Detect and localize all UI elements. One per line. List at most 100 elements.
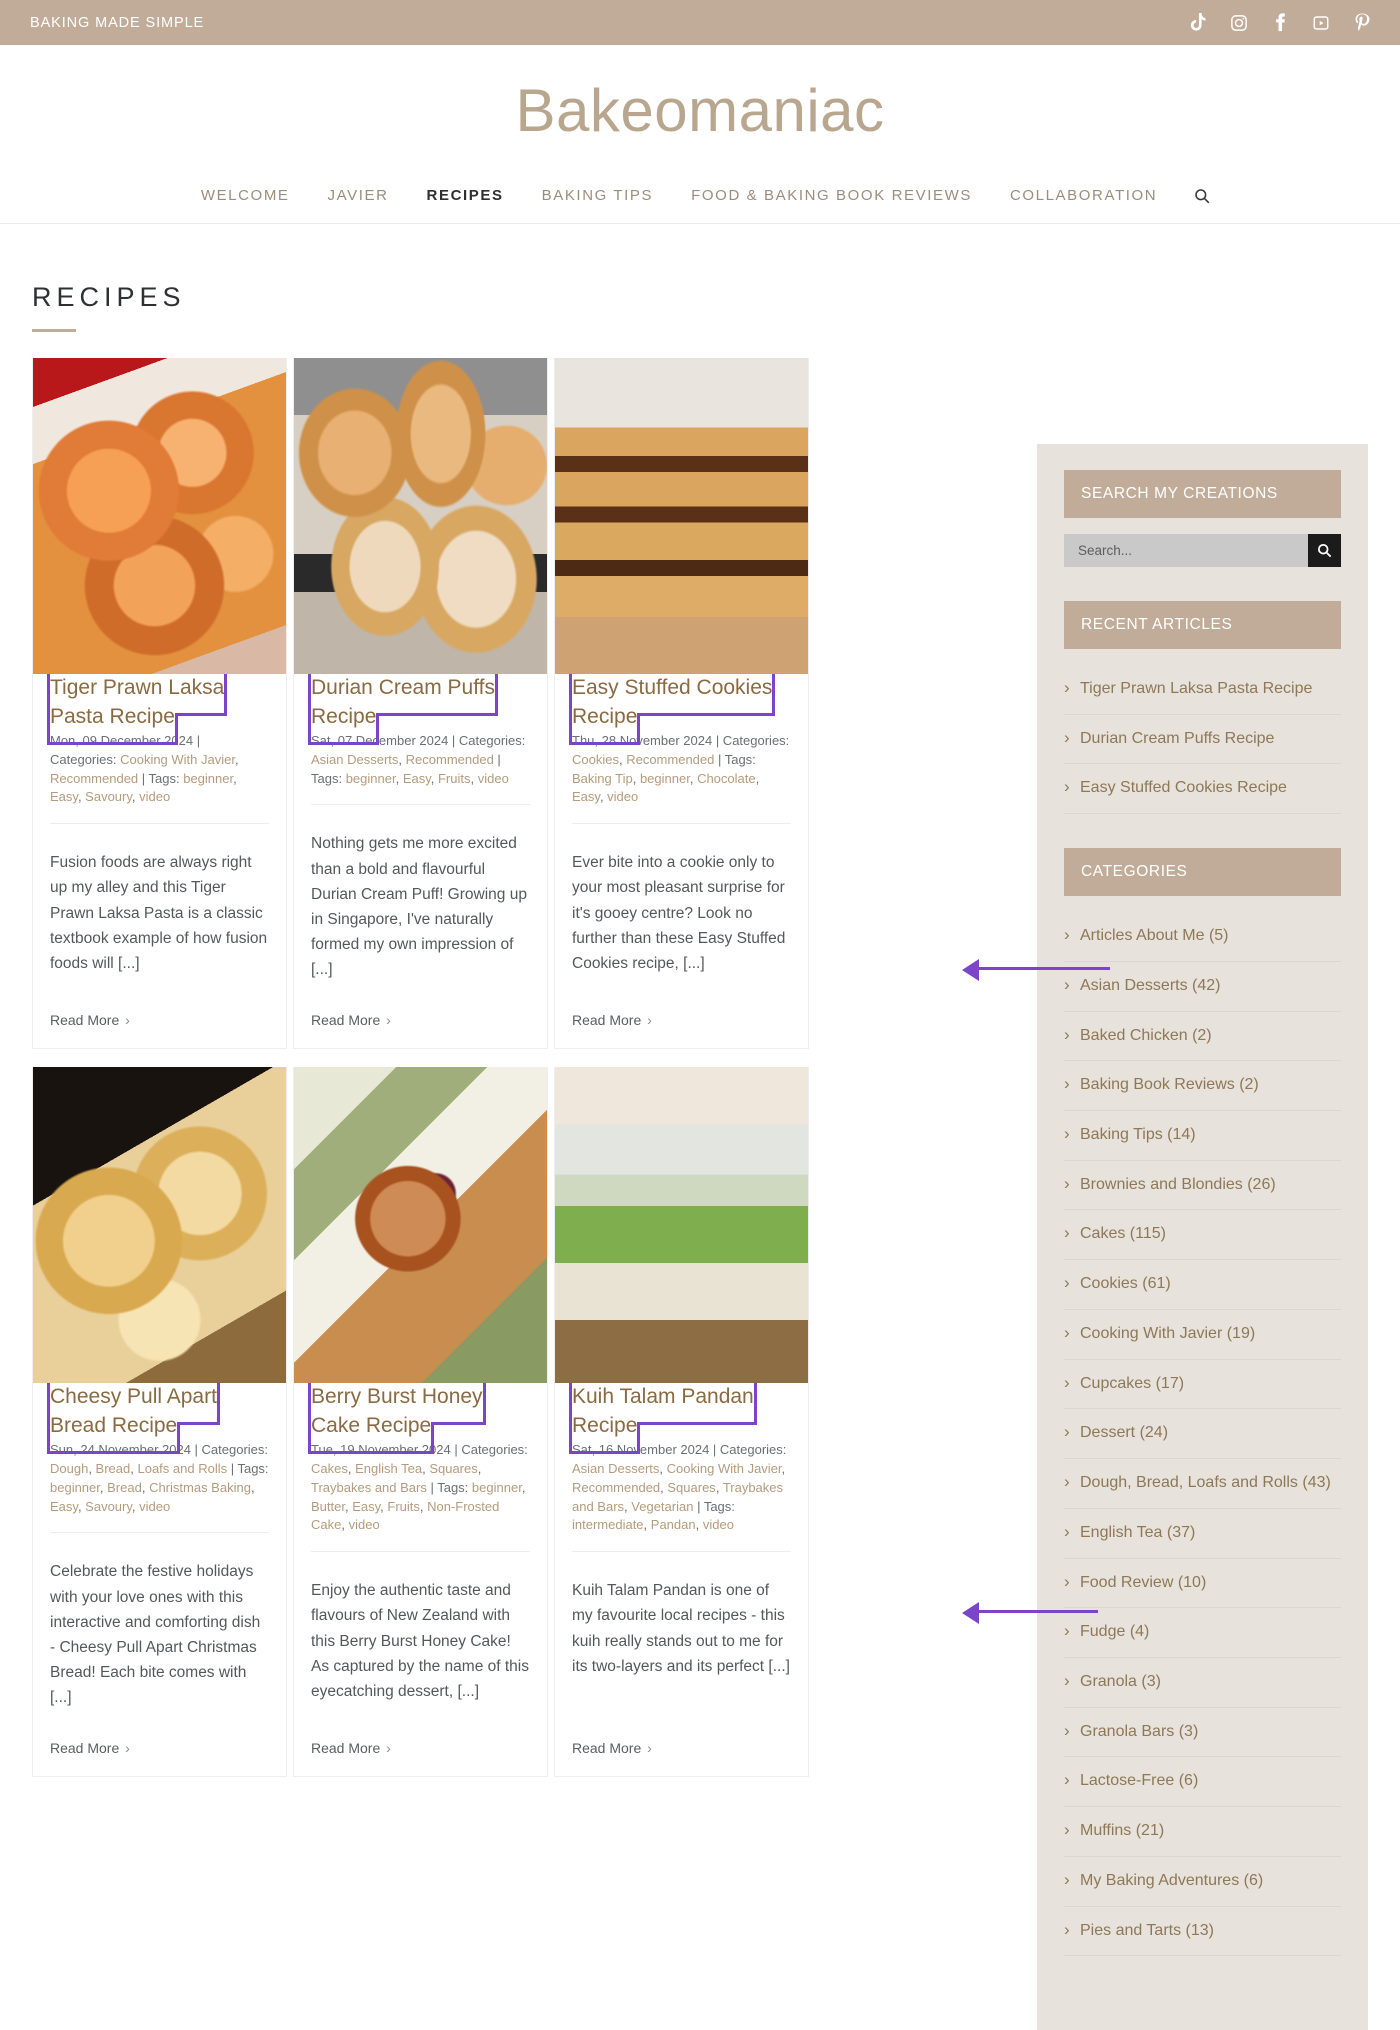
- category-link[interactable]: Asian Desserts: [572, 1461, 659, 1476]
- search-icon[interactable]: [1176, 188, 1218, 204]
- category-link[interactable]: Dough: [50, 1461, 88, 1476]
- tag-link[interactable]: Chocolate: [697, 771, 756, 786]
- nav-item-welcome[interactable]: WELCOME: [182, 187, 309, 204]
- category-link[interactable]: Cookies (61): [1064, 1260, 1341, 1309]
- tag-link[interactable]: Savoury: [85, 789, 132, 804]
- tag-link[interactable]: video: [703, 1517, 734, 1532]
- category-link[interactable]: Pies and Tarts (13): [1064, 1907, 1341, 1956]
- category-link[interactable]: Lactose-Free (6): [1064, 1757, 1341, 1806]
- tag-link[interactable]: beginner: [640, 771, 690, 786]
- category-link[interactable]: Vegetarian: [631, 1499, 693, 1514]
- category-link[interactable]: My Baking Adventures (6): [1064, 1857, 1341, 1906]
- category-link[interactable]: Fudge (4): [1064, 1608, 1341, 1657]
- recipe-thumbnail[interactable]: [294, 358, 547, 674]
- tag-link[interactable]: Butter: [311, 1499, 345, 1514]
- tag-link[interactable]: video: [478, 771, 509, 786]
- tag-link[interactable]: Fruits: [387, 1499, 420, 1514]
- category-link[interactable]: Brownies and Blondies (26): [1064, 1161, 1341, 1210]
- category-link[interactable]: Loafs and Rolls: [137, 1461, 227, 1476]
- nav-item-collaboration[interactable]: COLLABORATION: [991, 187, 1176, 204]
- recipe-card[interactable]: Cheesy Pull Apart Bread Recipe Sun, 24 No…: [32, 1067, 287, 1778]
- category-link[interactable]: English Tea (37): [1064, 1509, 1341, 1558]
- recipe-thumbnail[interactable]: [33, 358, 286, 674]
- category-link[interactable]: Muffins (21): [1064, 1807, 1341, 1856]
- category-link[interactable]: Squares: [667, 1480, 715, 1495]
- tag-link[interactable]: beginner: [183, 771, 233, 786]
- tag-link[interactable]: video: [349, 1517, 380, 1532]
- category-link[interactable]: Baking Tips (14): [1064, 1111, 1341, 1160]
- instagram-icon[interactable]: [1229, 13, 1249, 33]
- category-link[interactable]: Dessert (24): [1064, 1409, 1341, 1458]
- recipe-card[interactable]: Berry Burst Honey Cake Recipe Tue, 19 Nov…: [293, 1067, 548, 1778]
- nav-item-javier[interactable]: JAVIER: [309, 187, 408, 204]
- category-link[interactable]: Recommended: [626, 752, 714, 767]
- tag-link[interactable]: Easy: [352, 1499, 380, 1514]
- category-link[interactable]: Cupcakes (17): [1064, 1360, 1341, 1409]
- tag-link[interactable]: Easy: [50, 789, 78, 804]
- tag-link[interactable]: Christmas Baking: [149, 1480, 251, 1495]
- read-more-link[interactable]: Read More ›: [555, 982, 808, 1048]
- read-more-link[interactable]: Read More ›: [33, 982, 286, 1048]
- category-link[interactable]: Dough, Bread, Loafs and Rolls (43): [1064, 1459, 1341, 1508]
- tag-link[interactable]: intermediate: [572, 1517, 644, 1532]
- youtube-icon[interactable]: [1311, 13, 1331, 33]
- search-input[interactable]: [1064, 534, 1308, 567]
- tag-link[interactable]: Easy: [50, 1499, 78, 1514]
- read-more-link[interactable]: Read More ›: [555, 1710, 808, 1776]
- tag-link[interactable]: Easy: [403, 771, 431, 786]
- recipe-card[interactable]: Durian Cream Puffs Recipe Sat, 07 Decembe…: [293, 358, 548, 1050]
- recipe-thumbnail[interactable]: [33, 1067, 286, 1384]
- category-link[interactable]: Cakes (115): [1064, 1210, 1341, 1259]
- category-link[interactable]: Asian Desserts (42): [1064, 962, 1341, 1011]
- tag-link[interactable]: video: [139, 1499, 170, 1514]
- read-more-link[interactable]: Read More ›: [294, 1710, 547, 1776]
- tag-link[interactable]: Fruits: [438, 771, 471, 786]
- search-submit-button[interactable]: [1308, 534, 1341, 567]
- category-link[interactable]: Bread: [96, 1461, 131, 1476]
- recent-article-link[interactable]: Easy Stuffed Cookies Recipe: [1064, 764, 1341, 813]
- category-link[interactable]: Granola (3): [1064, 1658, 1341, 1707]
- category-link[interactable]: Cookies: [572, 752, 619, 767]
- tag-link[interactable]: Savoury: [85, 1499, 132, 1514]
- nav-item-food-baking-book-reviews[interactable]: FOOD & BAKING BOOK REVIEWS: [672, 187, 991, 204]
- category-link[interactable]: Traybakes and Bars: [311, 1480, 427, 1495]
- tag-link[interactable]: beginner: [50, 1480, 100, 1495]
- tiktok-icon[interactable]: [1188, 13, 1208, 33]
- category-link[interactable]: Recommended: [572, 1480, 660, 1495]
- category-link[interactable]: Cooking With Javier: [667, 1461, 782, 1476]
- read-more-link[interactable]: Read More ›: [33, 1710, 286, 1776]
- pinterest-icon[interactable]: [1352, 13, 1372, 33]
- tag-link[interactable]: video: [607, 789, 638, 804]
- recipe-thumbnail[interactable]: [555, 1067, 808, 1384]
- site-logo-title[interactable]: Bakeomaniac: [0, 79, 1400, 142]
- recipe-thumbnail[interactable]: [294, 1067, 547, 1384]
- recent-article-link[interactable]: Durian Cream Puffs Recipe: [1064, 715, 1341, 764]
- nav-item-recipes[interactable]: RECIPES: [408, 187, 523, 204]
- category-link[interactable]: Cooking With Javier (19): [1064, 1310, 1341, 1359]
- category-link[interactable]: Recommended: [406, 752, 494, 767]
- category-link[interactable]: English Tea: [355, 1461, 422, 1476]
- tag-link[interactable]: Easy: [572, 789, 600, 804]
- tag-link[interactable]: Pandan: [651, 1517, 696, 1532]
- category-link[interactable]: Cooking With Javier: [120, 752, 235, 767]
- category-link[interactable]: Asian Desserts: [311, 752, 398, 767]
- category-link[interactable]: Baking Book Reviews (2): [1064, 1061, 1341, 1110]
- recipe-thumbnail[interactable]: [555, 358, 808, 674]
- nav-item-baking-tips[interactable]: BAKING TIPS: [523, 187, 673, 204]
- tag-link[interactable]: Bread: [107, 1480, 142, 1495]
- category-link[interactable]: Cakes: [311, 1461, 348, 1476]
- tag-link[interactable]: beginner: [472, 1480, 522, 1495]
- category-link[interactable]: Squares: [429, 1461, 477, 1476]
- category-link[interactable]: Food Review (10): [1064, 1559, 1341, 1608]
- recipe-card[interactable]: Kuih Talam Pandan Recipe Sat, 16 November…: [554, 1067, 809, 1778]
- read-more-link[interactable]: Read More ›: [294, 982, 547, 1048]
- category-link[interactable]: Recommended: [50, 771, 138, 786]
- recipe-card[interactable]: Tiger Prawn Laksa Pasta Recipe Mon, 09 De…: [32, 358, 287, 1050]
- category-link[interactable]: Articles About Me (5): [1064, 912, 1341, 961]
- recipe-card[interactable]: Easy Stuffed Cookies Recipe Thu, 28 Novem…: [554, 358, 809, 1050]
- tag-link[interactable]: Baking Tip: [572, 771, 633, 786]
- facebook-icon[interactable]: [1270, 13, 1290, 33]
- tag-link[interactable]: beginner: [346, 771, 396, 786]
- category-link[interactable]: Granola Bars (3): [1064, 1708, 1341, 1757]
- category-link[interactable]: Baked Chicken (2): [1064, 1012, 1341, 1061]
